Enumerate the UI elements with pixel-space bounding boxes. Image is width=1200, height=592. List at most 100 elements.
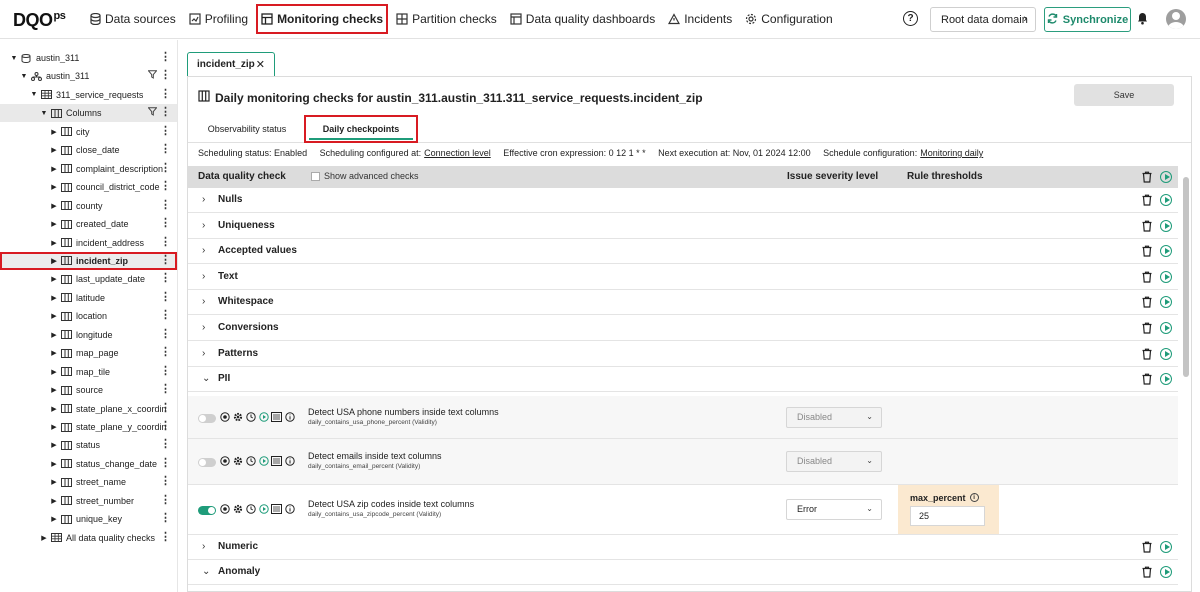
- severity-select[interactable]: Disabled ⌄: [786, 406, 882, 428]
- caret-right-icon[interactable]: ▶: [50, 275, 58, 283]
- tree-item-state-plane-x-coordina[interactable]: ▶ state_plane_x_coordina ⋮: [0, 400, 177, 418]
- category-conversions[interactable]: › Conversions: [188, 316, 1178, 341]
- clock-icon[interactable]: [245, 504, 256, 515]
- trash-icon[interactable]: [1141, 566, 1153, 578]
- data-domain-button[interactable]: Root data domain ›: [930, 7, 1036, 32]
- trash-icon[interactable]: [1141, 220, 1153, 232]
- info-icon[interactable]: [284, 504, 295, 515]
- caret-right-icon[interactable]: ▶: [50, 146, 58, 154]
- nav-data-sources[interactable]: Data sources: [84, 4, 181, 34]
- checkbox[interactable]: [311, 171, 320, 181]
- bell-icon[interactable]: [1137, 12, 1148, 28]
- more-options-icon[interactable]: ⋮: [160, 346, 171, 358]
- save-button[interactable]: Save: [1074, 84, 1174, 106]
- run-checks-icon[interactable]: [1160, 322, 1172, 334]
- nav-incidents[interactable]: Incidents: [663, 4, 737, 34]
- caret-right-icon[interactable]: ▶: [40, 534, 48, 542]
- trash-icon[interactable]: [1141, 245, 1153, 257]
- run-check-icon[interactable]: [258, 504, 269, 515]
- caret-right-icon[interactable]: ▶: [50, 478, 58, 486]
- caret-right-icon[interactable]: ▶: [50, 441, 58, 449]
- more-options-icon[interactable]: ⋮: [160, 457, 171, 469]
- tree-item-columns[interactable]: ▼ Columns ⋮: [0, 104, 177, 123]
- more-options-icon[interactable]: ⋮: [160, 69, 171, 81]
- tree-item-incident-address[interactable]: ▶ incident_address ⋮: [0, 234, 177, 252]
- caret-right-icon[interactable]: ▶: [50, 220, 58, 228]
- trash-icon[interactable]: [1141, 271, 1153, 283]
- more-options-icon[interactable]: ⋮: [160, 328, 171, 340]
- tree-item-latitude[interactable]: ▶ latitude ⋮: [0, 289, 177, 307]
- run-check-icon[interactable]: [258, 456, 269, 467]
- more-options-icon[interactable]: ⋮: [160, 88, 171, 100]
- results-icon[interactable]: [271, 456, 282, 467]
- info-icon[interactable]: [284, 412, 295, 423]
- tree-item-created-date[interactable]: ▶ created_date ⋮: [0, 215, 177, 233]
- clock-icon[interactable]: [245, 456, 256, 467]
- caret-down-icon[interactable]: ▼: [40, 110, 48, 117]
- category-uniqueness[interactable]: › Uniqueness: [188, 213, 1178, 239]
- more-options-icon[interactable]: ⋮: [160, 512, 171, 524]
- category-numeric[interactable]: › Numeric: [188, 534, 1178, 560]
- tree-item-source[interactable]: ▶ source ⋮: [0, 381, 177, 399]
- tree-item-all-data-quality-checks[interactable]: ▶ All data quality checks ⋮: [0, 529, 177, 547]
- category-accepted-values[interactable]: › Accepted values: [188, 239, 1178, 265]
- connection-level-link[interactable]: Connection level: [424, 148, 491, 158]
- trash-icon[interactable]: [1141, 296, 1153, 308]
- caret-down-icon[interactable]: ▼: [30, 91, 38, 98]
- help-icon[interactable]: ?: [903, 11, 918, 26]
- more-options-icon[interactable]: ⋮: [160, 475, 171, 487]
- caret-right-icon[interactable]: ▶: [50, 368, 58, 376]
- chevron-down-icon[interactable]: ⌄: [202, 566, 210, 577]
- more-options-icon[interactable]: ⋮: [160, 383, 171, 395]
- chevron-right-icon[interactable]: ›: [202, 322, 205, 333]
- gear-icon[interactable]: [232, 504, 243, 515]
- results-icon[interactable]: [271, 504, 282, 515]
- tree-item-status-change-date[interactable]: ▶ status_change_date ⋮: [0, 455, 177, 473]
- gear-icon[interactable]: [232, 412, 243, 423]
- caret-right-icon[interactable]: ▶: [50, 515, 58, 523]
- run-checks-icon[interactable]: [1160, 540, 1172, 553]
- caret-right-icon[interactable]: ▶: [50, 497, 58, 505]
- max-percent-input[interactable]: 25: [910, 505, 985, 526]
- run-checks-icon[interactable]: [1160, 171, 1172, 183]
- tree-item-close-date[interactable]: ▶ close_date ⋮: [0, 141, 177, 159]
- more-options-icon[interactable]: ⋮: [160, 402, 171, 414]
- tree-item-complaint-description[interactable]: ▶ complaint_description ⋮: [0, 160, 177, 178]
- category-patterns[interactable]: › Patterns: [188, 341, 1178, 367]
- run-check-icon[interactable]: [258, 412, 269, 423]
- severity-select[interactable]: Error ⌄: [786, 498, 882, 520]
- category-anomaly[interactable]: ⌄ Anomaly: [188, 560, 1178, 586]
- nav-profiling[interactable]: Profiling: [184, 4, 253, 34]
- info-icon[interactable]: [284, 456, 295, 467]
- more-options-icon[interactable]: ⋮: [160, 272, 171, 284]
- settings-icon[interactable]: [219, 504, 230, 515]
- nav-monitoring-checks[interactable]: Monitoring checks: [256, 4, 389, 34]
- caret-right-icon[interactable]: ▶: [50, 349, 58, 357]
- caret-right-icon[interactable]: ▶: [50, 405, 58, 413]
- more-options-icon[interactable]: ⋮: [160, 236, 171, 248]
- more-options-icon[interactable]: ⋮: [160, 125, 171, 137]
- caret-right-icon[interactable]: ▶: [50, 165, 58, 173]
- tree-item-incident-zip[interactable]: ▶ incident_zip ⋮: [0, 251, 177, 270]
- more-options-icon[interactable]: ⋮: [160, 217, 171, 229]
- caret-right-icon[interactable]: ▶: [50, 202, 58, 210]
- user-avatar[interactable]: [1166, 9, 1186, 29]
- tree-item-311-service-requests[interactable]: ▼ 311_service_requests ⋮: [0, 86, 177, 104]
- tree-item-status[interactable]: ▶ status ⋮: [0, 436, 177, 454]
- app-logo[interactable]: DQOps: [13, 10, 66, 31]
- tree-item-county[interactable]: ▶ county ⋮: [0, 197, 177, 215]
- trash-icon[interactable]: [1141, 194, 1153, 206]
- settings-icon[interactable]: [219, 412, 230, 423]
- category-pii[interactable]: ⌄ PII: [188, 367, 1178, 393]
- clock-icon[interactable]: [245, 412, 256, 423]
- tree-item-street-name[interactable]: ▶ street_name ⋮: [0, 473, 177, 491]
- tree-item-street-number[interactable]: ▶ street_number ⋮: [0, 492, 177, 510]
- scrollbar[interactable]: [1183, 177, 1189, 377]
- category-whitespace[interactable]: › Whitespace: [188, 290, 1178, 316]
- caret-right-icon[interactable]: ▶: [50, 312, 58, 320]
- chevron-right-icon[interactable]: ›: [202, 194, 205, 205]
- trash-icon[interactable]: [1141, 171, 1153, 183]
- nav-partition-checks[interactable]: Partition checks: [391, 4, 502, 34]
- more-options-icon[interactable]: ⋮: [160, 494, 171, 506]
- tree-item-city[interactable]: ▶ city ⋮: [0, 123, 177, 141]
